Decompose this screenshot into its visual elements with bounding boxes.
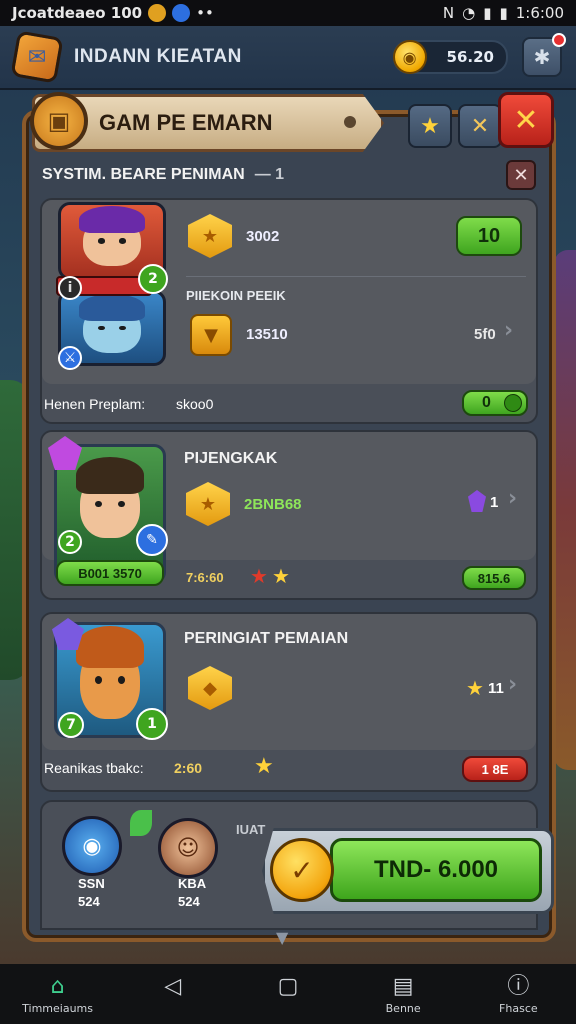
divider [186,276,526,277]
hero-face [75,457,145,538]
currency-display[interactable]: ◉ 56.20 [392,40,508,74]
chevron-right-icon[interactable]: › [508,486,517,511]
leaf-icon [130,810,152,836]
system-nav-bar: ⌂ Timmeiaums ◁ ▢ ▤ Benne ⓘ Fhasce [0,964,576,1024]
level-badge: 2 [138,264,168,294]
subtitle-row: SYSTIM. BEARE PENIMAN — 1 ✕ [42,160,536,190]
gold-star-icon: ★ [254,754,274,779]
reward-value-2: 13510 [246,326,288,343]
clock: 1:6:00 [515,4,564,22]
hero-face [78,293,146,353]
coin-icon: ◉ [392,40,427,74]
star-icon: ★ [420,113,440,139]
close-icon: ✕ [513,164,529,186]
background-decoration [554,250,576,770]
hero-badge-2[interactable]: ☺ [158,818,218,878]
nfc-icon: N [442,4,455,22]
gold-star-icon: ★ [272,564,290,588]
wifi-icon: ◔ [462,4,476,22]
hero-2-name: KBA [178,876,207,891]
hero-badge-icon: ◉ [82,833,102,859]
top-bar: ✉ INDANN KIEATAN ◉ 56.20 ✱ [0,26,576,90]
dismiss-button[interactable]: ✕ [458,104,502,148]
battery-icon: ▮ [499,4,508,22]
hero-face [78,205,146,267]
more-icon: •• [196,4,214,22]
recents-icon: ▢ [277,973,299,999]
reward-side-value: 5f0 [474,326,496,343]
hero-1-name: SSN [78,876,105,891]
warning-pill: 1 8E [462,756,528,782]
home-icon: ⌂ [50,973,65,999]
reward-value-1: 3002 [246,228,280,245]
progress-pill: 815.6 [462,566,526,590]
gold-star-icon: ★ [466,676,484,700]
row-title-2: PIIEKOIN PEEIK [186,288,286,303]
top-title: INDANN KIEATAN [74,46,242,67]
card-title-2: PIJENGKAK [184,450,278,467]
x-icon: ✕ [470,113,490,139]
subtitle: SYSTIM. BEARE PENIMAN [42,166,245,183]
favorite-button[interactable]: ★ [408,104,452,148]
chevron-right-icon[interactable]: › [508,672,517,697]
edit-icon[interactable]: ✎ [136,524,168,556]
chevron-right-icon[interactable]: › [504,318,513,343]
level-badge: 7 [58,712,84,738]
nav-back[interactable]: ◁ [128,974,218,1015]
toggle-knob [504,394,522,412]
status-bar: Jcoatdeaeo 100 •• N ◔ ▮ ▮ 1:6:00 [0,0,576,26]
footer-label: Henen Preplam: [44,396,146,412]
coin-icon: ✓ [270,838,334,902]
info-icon[interactable]: i [58,276,82,300]
app-icon [148,4,167,22]
toggle-button[interactable]: 0 [462,390,528,416]
footer-value: skoo0 [176,396,214,412]
game-logo-icon[interactable]: ✉ [10,30,64,84]
nav-recents[interactable]: ▢ [243,974,333,1015]
gem-count: 1 [490,494,499,511]
bottom-label: IUAT [236,822,266,837]
nav-home[interactable]: ⌂ Timmeiaums [13,974,103,1015]
footer-value: 2:60 [174,760,203,776]
level-badge: 2 [58,530,82,554]
settings-button[interactable]: ✱ [522,33,566,77]
level-badge: 1 [136,708,168,740]
back-icon: ◁ [164,973,182,999]
footer-value: 7:6:60 [186,570,224,585]
hero-badge-1[interactable]: ◉ [62,816,122,876]
claim-button[interactable]: TND- 6.000 [330,838,542,902]
subtitle-suffix: — 1 [254,166,285,183]
app-icon-blue [172,4,191,22]
status-left-text: Jcoatdeaeo 100 [12,4,143,22]
info-icon: ⓘ [507,973,530,999]
chest-emblem-icon: ▣ [30,92,88,150]
close-icon: ✕ [513,102,539,138]
star-count: 11 [488,680,504,697]
hero-face [75,626,145,719]
level-button[interactable]: 10 [456,216,522,256]
signal-icon: ▮ [483,4,492,22]
gear-icon: ✱ [533,45,551,69]
notification-badge [552,33,566,47]
hero-2-value: 524 [178,894,200,909]
nav-info[interactable]: ⓘ Fhasce [473,974,563,1015]
scroll-down-icon[interactable]: ▼ [276,928,300,947]
panel-title: GAM PE EMARN [99,110,273,135]
subtitle-close-button[interactable]: ✕ [506,160,536,190]
hero-face-icon: ☺ [176,835,200,861]
chest-icon: ▼ [190,314,232,356]
footer-label: Reanikas tbakc: [44,760,144,776]
reward-value: 2BNB68 [244,496,302,513]
sword-icon: ⚔ [58,346,82,370]
hero-1-value: 524 [78,894,100,909]
hero-tag: B001 3570 [56,560,164,586]
red-star-icon: ★ [250,564,268,588]
nav-box[interactable]: ▤ Benne [358,974,448,1015]
card-title-3: PERINGIAT PEMAIAN [184,630,349,647]
header-rivet [344,116,356,128]
box-icon: ▤ [392,973,414,999]
currency-value: 56.20 [446,48,494,66]
close-button[interactable]: ✕ [498,92,554,148]
